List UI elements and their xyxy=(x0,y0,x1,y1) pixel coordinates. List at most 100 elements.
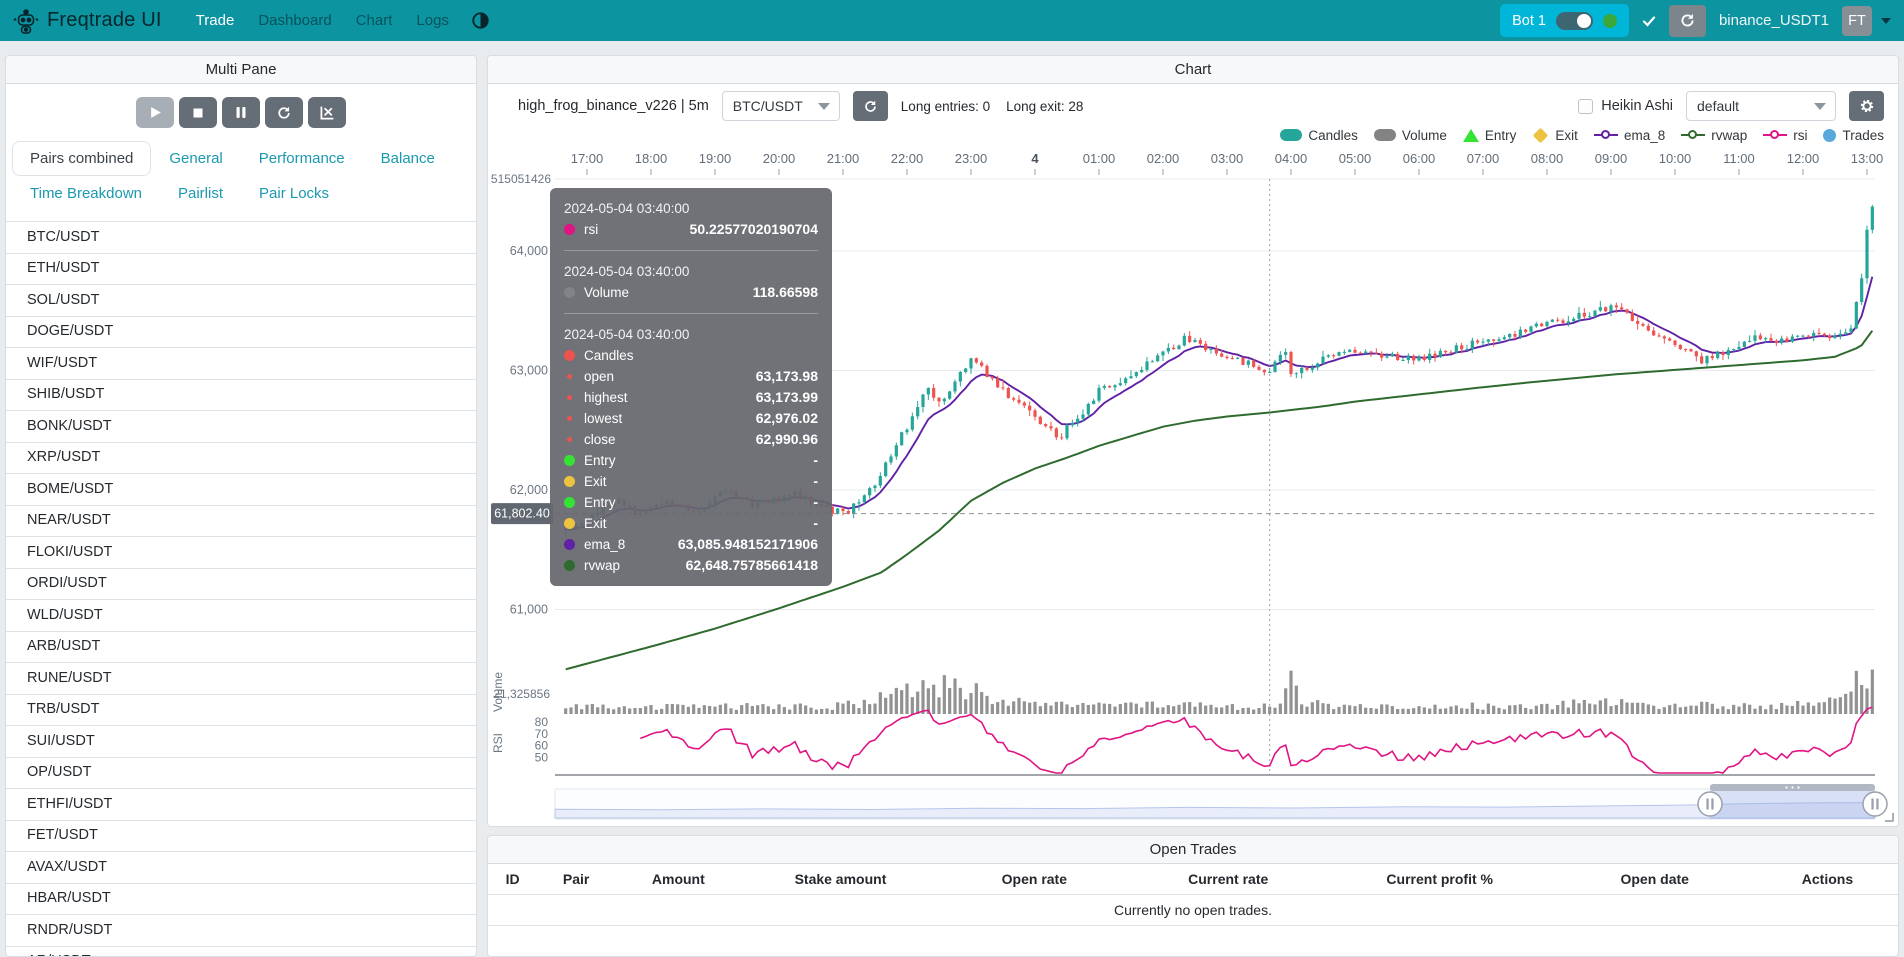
legend-item-rsi[interactable]: rsi xyxy=(1763,128,1807,143)
pair-list-item-ethfi-usdt[interactable]: ETHFI/USDT xyxy=(6,788,476,820)
tooltip-timestamp: 2024-05-04 03:40:00 xyxy=(564,324,818,345)
pair-list-item-floki-usdt[interactable]: FLOKI/USDT xyxy=(6,536,476,568)
stop-button[interactable] xyxy=(179,97,217,128)
brand[interactable]: Freqtrade UI xyxy=(13,8,162,34)
pair-list-item-ar-usdt[interactable]: AR/USDT xyxy=(6,946,476,957)
left-panel-tabs: Pairs combinedGeneralPerformanceBalance T… xyxy=(6,137,476,221)
tooltip-series-value: 63,173.99 xyxy=(756,387,818,408)
pair-list-item-eth-usdt[interactable]: ETH/USDT xyxy=(6,253,476,285)
series-marker-icon xyxy=(564,497,575,508)
pair-list-item-xrp-usdt[interactable]: XRP/USDT xyxy=(6,442,476,474)
pair-list-item-shib-usdt[interactable]: SHIB/USDT xyxy=(6,379,476,411)
svg-text:01:00: 01:00 xyxy=(1083,151,1116,166)
pair-list-item-hbar-usdt[interactable]: HBAR/USDT xyxy=(6,883,476,915)
legend-item-volume[interactable]: Volume xyxy=(1374,128,1447,143)
column-header-current-rate[interactable]: Current rate xyxy=(1130,871,1327,887)
heikin-ashi-label: Heikin Ashi xyxy=(1601,98,1673,114)
nav-links: TradeDashboardChartLogs xyxy=(186,6,459,35)
column-header-current-profit[interactable]: Current profit % xyxy=(1327,871,1553,887)
pair-list-item-doge-usdt[interactable]: DOGE/USDT xyxy=(6,316,476,348)
nav-item-dashboard[interactable]: Dashboard xyxy=(248,6,341,35)
tab-pairs-combined[interactable]: Pairs combined xyxy=(12,141,151,176)
legend-item-entry[interactable]: Entry xyxy=(1463,128,1517,143)
refresh-chart-button[interactable] xyxy=(853,91,888,121)
open-trades-empty-message: Currently no open trades. xyxy=(488,895,1898,926)
reload-config-button[interactable] xyxy=(265,97,303,128)
tab-general[interactable]: General xyxy=(151,141,240,176)
column-header-id[interactable]: ID xyxy=(488,871,537,887)
tab-performance[interactable]: Performance xyxy=(241,141,363,176)
datazoom-left-handle[interactable] xyxy=(1698,792,1722,816)
svg-text:06:00: 06:00 xyxy=(1403,151,1436,166)
reload-bot-button[interactable] xyxy=(1669,5,1706,37)
pair-list-item-op-usdt[interactable]: OP/USDT xyxy=(6,757,476,789)
pair-list-item-arb-usdt[interactable]: ARB/USDT xyxy=(6,631,476,663)
bot-toggle[interactable] xyxy=(1556,12,1593,30)
legend-label: Entry xyxy=(1485,128,1517,143)
pair-list-item-wif-usdt[interactable]: WIF/USDT xyxy=(6,347,476,379)
tab-time-breakdown[interactable]: Time Breakdown xyxy=(12,176,160,211)
bot-selector[interactable]: Bot 1 xyxy=(1500,4,1629,37)
nav-item-logs[interactable]: Logs xyxy=(406,6,459,35)
long-entries-count: Long entries: 0 xyxy=(901,99,990,114)
svg-text:63,000: 63,000 xyxy=(510,364,548,378)
pair-list-item-sol-usdt[interactable]: SOL/USDT xyxy=(6,284,476,316)
right-column: Chart high_frog_binance_v226 | 5m BTC/US… xyxy=(487,55,1899,957)
pair-select[interactable]: BTC/USDT xyxy=(722,91,840,121)
legend-item-candles[interactable]: Candles xyxy=(1280,128,1358,143)
pair-list-item-sui-usdt[interactable]: SUI/USDT xyxy=(6,725,476,757)
datazoom-slider[interactable] xyxy=(555,784,1887,819)
plot-config-value: default xyxy=(1697,98,1739,114)
column-header-stake-amount[interactable]: Stake amount xyxy=(742,871,939,887)
nav-item-trade[interactable]: Trade xyxy=(186,6,245,35)
pair-list-item-wld-usdt[interactable]: WLD/USDT xyxy=(6,599,476,631)
plot-settings-button[interactable] xyxy=(1849,91,1884,121)
tooltip-row-exit: Exit- xyxy=(564,513,818,534)
pair-list-item-rune-usdt[interactable]: RUNE/USDT xyxy=(6,662,476,694)
legend-item-ema-8[interactable]: ema_8 xyxy=(1594,128,1665,143)
tooltip-series-name: Candles xyxy=(584,345,634,366)
tooltip-timestamp: 2024-05-04 03:40:00 xyxy=(564,261,818,282)
legend-item-trades[interactable]: Trades xyxy=(1823,128,1884,143)
column-header-open-rate[interactable]: Open rate xyxy=(939,871,1129,887)
svg-text:RSI: RSI xyxy=(491,733,505,753)
datazoom-right-handle[interactable] xyxy=(1863,792,1887,816)
forget-trades-button[interactable] xyxy=(308,97,346,128)
pair-list-item-fet-usdt[interactable]: FET/USDT xyxy=(6,820,476,852)
pair-list-item-rndr-usdt[interactable]: RNDR/USDT xyxy=(6,914,476,946)
legend-item-exit[interactable]: Exit xyxy=(1532,128,1578,143)
nav-item-chart[interactable]: Chart xyxy=(346,6,403,35)
tab-balance[interactable]: Balance xyxy=(363,141,453,176)
tooltip-row-ema-8: ema_863,085.948152171906 xyxy=(564,534,818,555)
pair-list-item-ordi-usdt[interactable]: ORDI/USDT xyxy=(6,568,476,600)
tooltip-series-name: open xyxy=(584,366,614,387)
plot-config-select[interactable]: default xyxy=(1686,91,1836,121)
pair-list-item-near-usdt[interactable]: NEAR/USDT xyxy=(6,505,476,537)
tab-pair-locks[interactable]: Pair Locks xyxy=(241,176,347,211)
svg-text:61,000: 61,000 xyxy=(510,603,548,617)
pair-list-item-bonk-usdt[interactable]: BONK/USDT xyxy=(6,410,476,442)
pair-list-item-trb-usdt[interactable]: TRB/USDT xyxy=(6,694,476,726)
play-button[interactable] xyxy=(136,97,174,128)
avatar[interactable]: FT xyxy=(1842,6,1872,36)
column-header-amount[interactable]: Amount xyxy=(615,871,742,887)
theme-toggle-icon[interactable] xyxy=(471,11,490,30)
resize-handle[interactable] xyxy=(1885,813,1894,822)
column-header-actions[interactable]: Actions xyxy=(1757,871,1898,887)
column-header-open-date[interactable]: Open date xyxy=(1553,871,1757,887)
tooltip-series-name: lowest xyxy=(584,408,622,429)
user-menu-caret-icon[interactable] xyxy=(1881,18,1891,24)
pair-list-item-bome-usdt[interactable]: BOME/USDT xyxy=(6,473,476,505)
column-header-pair[interactable]: Pair xyxy=(537,871,615,887)
heikin-ashi-checkbox[interactable] xyxy=(1578,99,1593,114)
tab-pairlist[interactable]: Pairlist xyxy=(160,176,241,211)
series-marker-icon xyxy=(567,395,572,400)
tooltip-series-value: - xyxy=(813,492,818,513)
open-trades-panel: Open Trades IDPairAmountStake amountOpen… xyxy=(487,835,1899,957)
navbar-right: Bot 1 binance_USDT1 FT xyxy=(1500,4,1891,37)
pair-list-item-btc-usdt[interactable]: BTC/USDT xyxy=(6,221,476,253)
pause-button[interactable] xyxy=(222,97,260,128)
pair-list-item-avax-usdt[interactable]: AVAX/USDT xyxy=(6,851,476,883)
legend-item-rvwap[interactable]: rvwap xyxy=(1681,128,1747,143)
tooltip-row-highest: highest63,173.99 xyxy=(564,387,818,408)
